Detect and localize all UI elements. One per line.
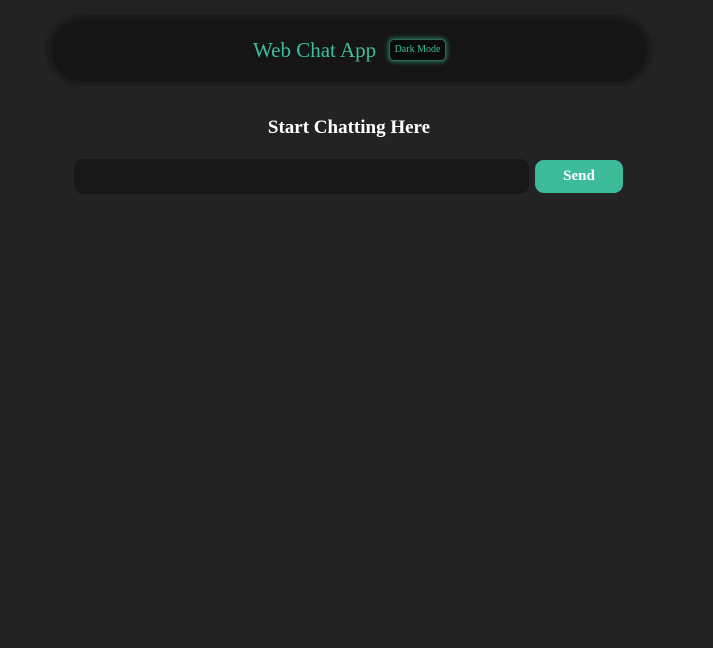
app-title: Web Chat App — [253, 38, 377, 62]
page-title: Start Chatting Here — [267, 117, 431, 138]
message-input[interactable] — [74, 159, 529, 194]
dark-mode-toggle-button[interactable]: Dark Mode — [389, 39, 446, 61]
send-button[interactable]: Send — [535, 160, 623, 193]
